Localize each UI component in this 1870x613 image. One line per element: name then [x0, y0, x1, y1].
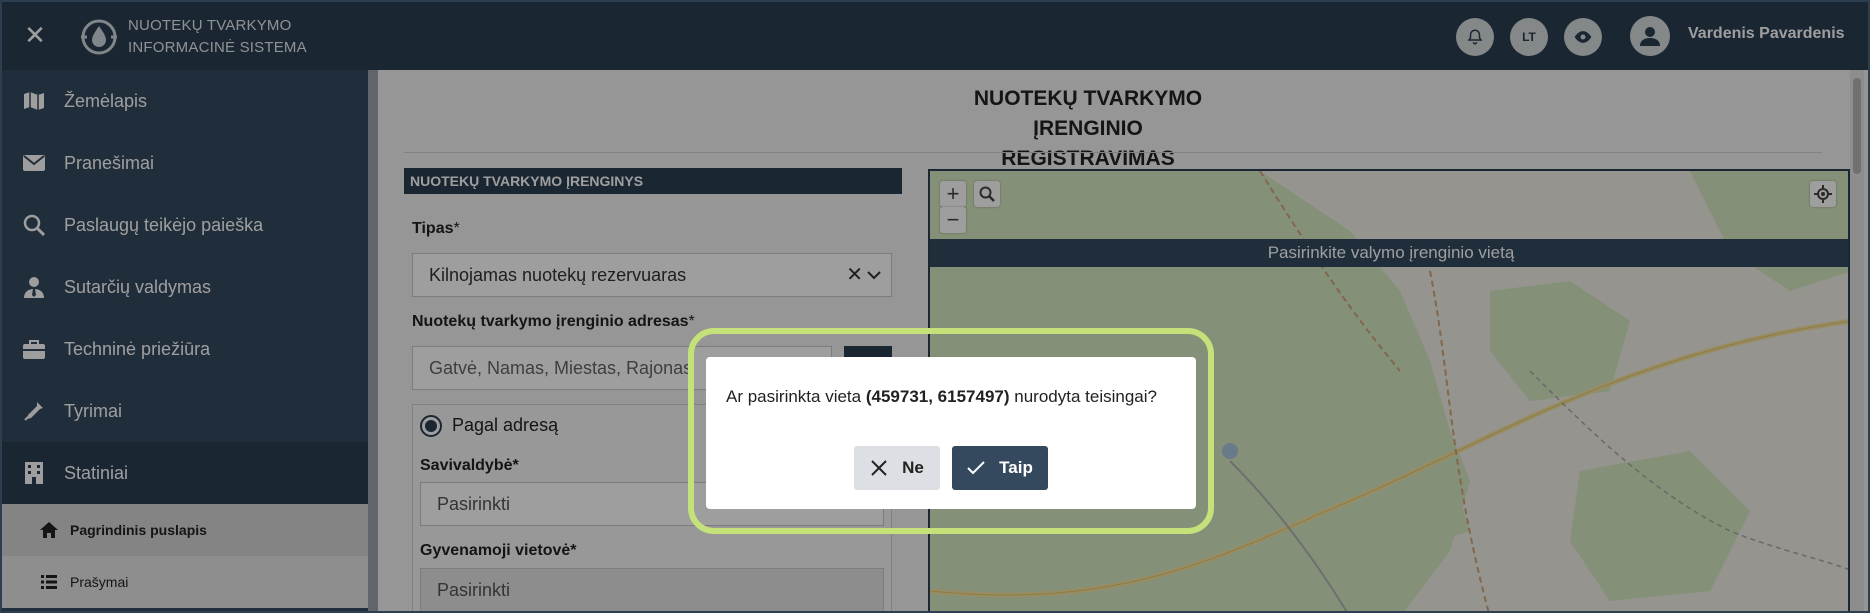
confirm-message: Ar pasirinkta vieta (459731, 6157497) nu…	[726, 387, 1186, 407]
close-icon	[871, 460, 887, 476]
check-icon	[967, 461, 985, 475]
app-window: ✕ NUOTEKŲ TVARKYMO INFORMACINĖ SISTEMA L…	[0, 0, 1870, 613]
confirm-message-end: nurodyta teisingai?	[1009, 387, 1157, 406]
no-button-label: Ne	[902, 458, 924, 477]
confirm-dialog: Ar pasirinkta vieta (459731, 6157497) nu…	[706, 357, 1196, 509]
confirm-message-start: Ar pasirinkta vieta	[726, 387, 866, 406]
yes-button[interactable]: Taip	[952, 446, 1048, 490]
selected-coordinates: (459731, 6157497)	[865, 387, 1010, 406]
no-button[interactable]: Ne	[854, 446, 940, 490]
yes-button-label: Taip	[999, 458, 1033, 477]
